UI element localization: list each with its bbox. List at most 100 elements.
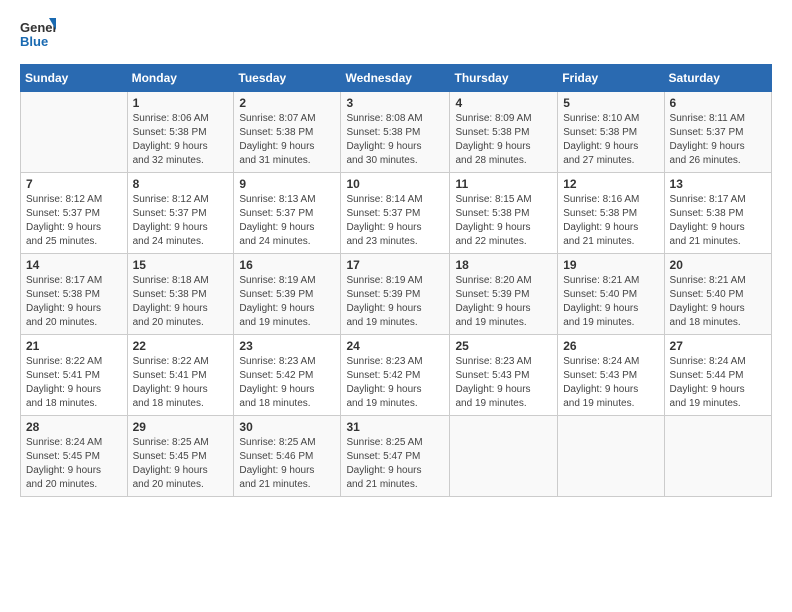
day-info: Sunrise: 8:21 AM Sunset: 5:40 PM Dayligh… <box>670 274 766 330</box>
day-info: Sunrise: 8:14 AM Sunset: 5:37 PM Dayligh… <box>346 193 444 249</box>
day-info: Sunrise: 8:24 AM Sunset: 5:44 PM Dayligh… <box>670 355 766 411</box>
day-info: Sunrise: 8:12 AM Sunset: 5:37 PM Dayligh… <box>133 193 229 249</box>
calendar-cell: 31Sunrise: 8:25 AM Sunset: 5:47 PM Dayli… <box>341 416 450 497</box>
calendar-cell: 20 Sunrise: 8:21 AM Sunset: 5:40 PM Dayli… <box>664 254 771 335</box>
day-number: 22 <box>133 339 229 353</box>
day-number: 20 <box>670 258 766 272</box>
day-number: 18 <box>455 258 552 272</box>
day-number: 13 <box>670 177 766 191</box>
calendar-cell: 4 Sunrise: 8:09 AM Sunset: 5:38 PM Daylig… <box>450 92 558 173</box>
calendar-header-cell: Tuesday <box>234 65 341 92</box>
day-info: Sunrise: 8:21 AM Sunset: 5:40 PM Dayligh… <box>563 274 658 330</box>
day-info: Sunrise: 8:20 AM Sunset: 5:39 PM Dayligh… <box>455 274 552 330</box>
day-number: 4 <box>455 96 552 110</box>
calendar-header-row: SundayMondayTuesdayWednesdayThursdayFrid… <box>21 65 772 92</box>
logo-wrapper: General Blue <box>20 16 56 52</box>
calendar-cell <box>450 416 558 497</box>
day-number: 16 <box>239 258 335 272</box>
day-number: 5 <box>563 96 658 110</box>
calendar-cell <box>21 92 128 173</box>
day-number: 24 <box>346 339 444 353</box>
calendar-week-row: 14Sunrise: 8:17 AM Sunset: 5:38 PM Dayli… <box>21 254 772 335</box>
day-info: Sunrise: 8:09 AM Sunset: 5:38 PM Dayligh… <box>455 112 552 168</box>
day-info: Sunrise: 8:23 AM Sunset: 5:43 PM Dayligh… <box>455 355 552 411</box>
calendar-cell: 18 Sunrise: 8:20 AM Sunset: 5:39 PM Dayli… <box>450 254 558 335</box>
day-number: 17 <box>346 258 444 272</box>
calendar-cell: 16 Sunrise: 8:19 AM Sunset: 5:39 PM Dayli… <box>234 254 341 335</box>
calendar-cell: 11Sunrise: 8:15 AM Sunset: 5:38 PM Dayli… <box>450 173 558 254</box>
day-number: 30 <box>239 420 335 434</box>
day-number: 26 <box>563 339 658 353</box>
day-number: 25 <box>455 339 552 353</box>
calendar-cell: 6Sunrise: 8:11 AM Sunset: 5:37 PM Daylig… <box>664 92 771 173</box>
day-number: 2 <box>239 96 335 110</box>
day-number: 21 <box>26 339 122 353</box>
day-number: 7 <box>26 177 122 191</box>
calendar-header-cell: Monday <box>127 65 234 92</box>
calendar-week-row: 1 Sunrise: 8:06 AM Sunset: 5:38 PM Daylig… <box>21 92 772 173</box>
day-number: 28 <box>26 420 122 434</box>
calendar-cell: 17 Sunrise: 8:19 AM Sunset: 5:39 PM Dayli… <box>341 254 450 335</box>
logo-icon: General Blue <box>20 16 56 52</box>
day-number: 9 <box>239 177 335 191</box>
calendar-cell: 9 Sunrise: 8:13 AM Sunset: 5:37 PM Daylig… <box>234 173 341 254</box>
calendar-header-cell: Wednesday <box>341 65 450 92</box>
calendar-week-row: 7 Sunrise: 8:12 AM Sunset: 5:37 PM Daylig… <box>21 173 772 254</box>
calendar-cell: 8 Sunrise: 8:12 AM Sunset: 5:37 PM Daylig… <box>127 173 234 254</box>
calendar-cell: 3 Sunrise: 8:08 AM Sunset: 5:38 PM Daylig… <box>341 92 450 173</box>
day-info: Sunrise: 8:22 AM Sunset: 5:41 PM Dayligh… <box>133 355 229 411</box>
day-number: 23 <box>239 339 335 353</box>
calendar-cell: 13 Sunrise: 8:17 AM Sunset: 5:38 PM Dayli… <box>664 173 771 254</box>
calendar-header-cell: Thursday <box>450 65 558 92</box>
day-info: Sunrise: 8:13 AM Sunset: 5:37 PM Dayligh… <box>239 193 335 249</box>
calendar-table: SundayMondayTuesdayWednesdayThursdayFrid… <box>20 64 772 497</box>
day-number: 11 <box>455 177 552 191</box>
day-info: Sunrise: 8:17 AM Sunset: 5:38 PM Dayligh… <box>670 193 766 249</box>
day-info: Sunrise: 8:23 AM Sunset: 5:42 PM Dayligh… <box>346 355 444 411</box>
day-info: Sunrise: 8:19 AM Sunset: 5:39 PM Dayligh… <box>239 274 335 330</box>
day-info: Sunrise: 8:07 AM Sunset: 5:38 PM Dayligh… <box>239 112 335 168</box>
calendar-cell: 2 Sunrise: 8:07 AM Sunset: 5:38 PM Daylig… <box>234 92 341 173</box>
header: General Blue <box>20 16 772 52</box>
calendar-cell: 5 Sunrise: 8:10 AM Sunset: 5:38 PM Daylig… <box>558 92 664 173</box>
day-info: Sunrise: 8:25 AM Sunset: 5:46 PM Dayligh… <box>239 436 335 492</box>
calendar-week-row: 21 Sunrise: 8:22 AM Sunset: 5:41 PM Dayli… <box>21 335 772 416</box>
day-info: Sunrise: 8:06 AM Sunset: 5:38 PM Dayligh… <box>133 112 229 168</box>
calendar-cell: 10 Sunrise: 8:14 AM Sunset: 5:37 PM Dayli… <box>341 173 450 254</box>
calendar-cell <box>558 416 664 497</box>
day-info: Sunrise: 8:25 AM Sunset: 5:45 PM Dayligh… <box>133 436 229 492</box>
day-info: Sunrise: 8:12 AM Sunset: 5:37 PM Dayligh… <box>26 193 122 249</box>
day-info: Sunrise: 8:25 AM Sunset: 5:47 PM Dayligh… <box>346 436 444 492</box>
calendar-cell: 22 Sunrise: 8:22 AM Sunset: 5:41 PM Dayli… <box>127 335 234 416</box>
calendar-cell: 1 Sunrise: 8:06 AM Sunset: 5:38 PM Daylig… <box>127 92 234 173</box>
day-number: 15 <box>133 258 229 272</box>
day-info: Sunrise: 8:18 AM Sunset: 5:38 PM Dayligh… <box>133 274 229 330</box>
day-number: 1 <box>133 96 229 110</box>
calendar-cell: 21Sunrise: 8:22 AM Sunset: 5:41 PM Dayli… <box>21 335 128 416</box>
calendar-header-cell: Saturday <box>664 65 771 92</box>
day-number: 29 <box>133 420 229 434</box>
svg-text:Blue: Blue <box>20 34 48 49</box>
day-number: 8 <box>133 177 229 191</box>
calendar-body: 1 Sunrise: 8:06 AM Sunset: 5:38 PM Daylig… <box>21 92 772 497</box>
day-info: Sunrise: 8:19 AM Sunset: 5:39 PM Dayligh… <box>346 274 444 330</box>
day-number: 10 <box>346 177 444 191</box>
main-container: General Blue SundayMondayTuesdayWednesda… <box>0 0 792 507</box>
calendar-header-cell: Friday <box>558 65 664 92</box>
calendar-cell: 26 Sunrise: 8:24 AM Sunset: 5:43 PM Dayli… <box>558 335 664 416</box>
day-info: Sunrise: 8:17 AM Sunset: 5:38 PM Dayligh… <box>26 274 122 330</box>
day-number: 3 <box>346 96 444 110</box>
day-info: Sunrise: 8:24 AM Sunset: 5:43 PM Dayligh… <box>563 355 658 411</box>
day-info: Sunrise: 8:08 AM Sunset: 5:38 PM Dayligh… <box>346 112 444 168</box>
calendar-header-cell: Sunday <box>21 65 128 92</box>
day-info: Sunrise: 8:24 AM Sunset: 5:45 PM Dayligh… <box>26 436 122 492</box>
logo: General Blue <box>20 16 56 52</box>
svg-text:General: General <box>20 20 56 35</box>
day-info: Sunrise: 8:10 AM Sunset: 5:38 PM Dayligh… <box>563 112 658 168</box>
calendar-cell: 15 Sunrise: 8:18 AM Sunset: 5:38 PM Dayli… <box>127 254 234 335</box>
calendar-cell: 25 Sunrise: 8:23 AM Sunset: 5:43 PM Dayli… <box>450 335 558 416</box>
calendar-cell: 24 Sunrise: 8:23 AM Sunset: 5:42 PM Dayli… <box>341 335 450 416</box>
day-number: 19 <box>563 258 658 272</box>
calendar-cell: 28 Sunrise: 8:24 AM Sunset: 5:45 PM Dayli… <box>21 416 128 497</box>
day-info: Sunrise: 8:16 AM Sunset: 5:38 PM Dayligh… <box>563 193 658 249</box>
